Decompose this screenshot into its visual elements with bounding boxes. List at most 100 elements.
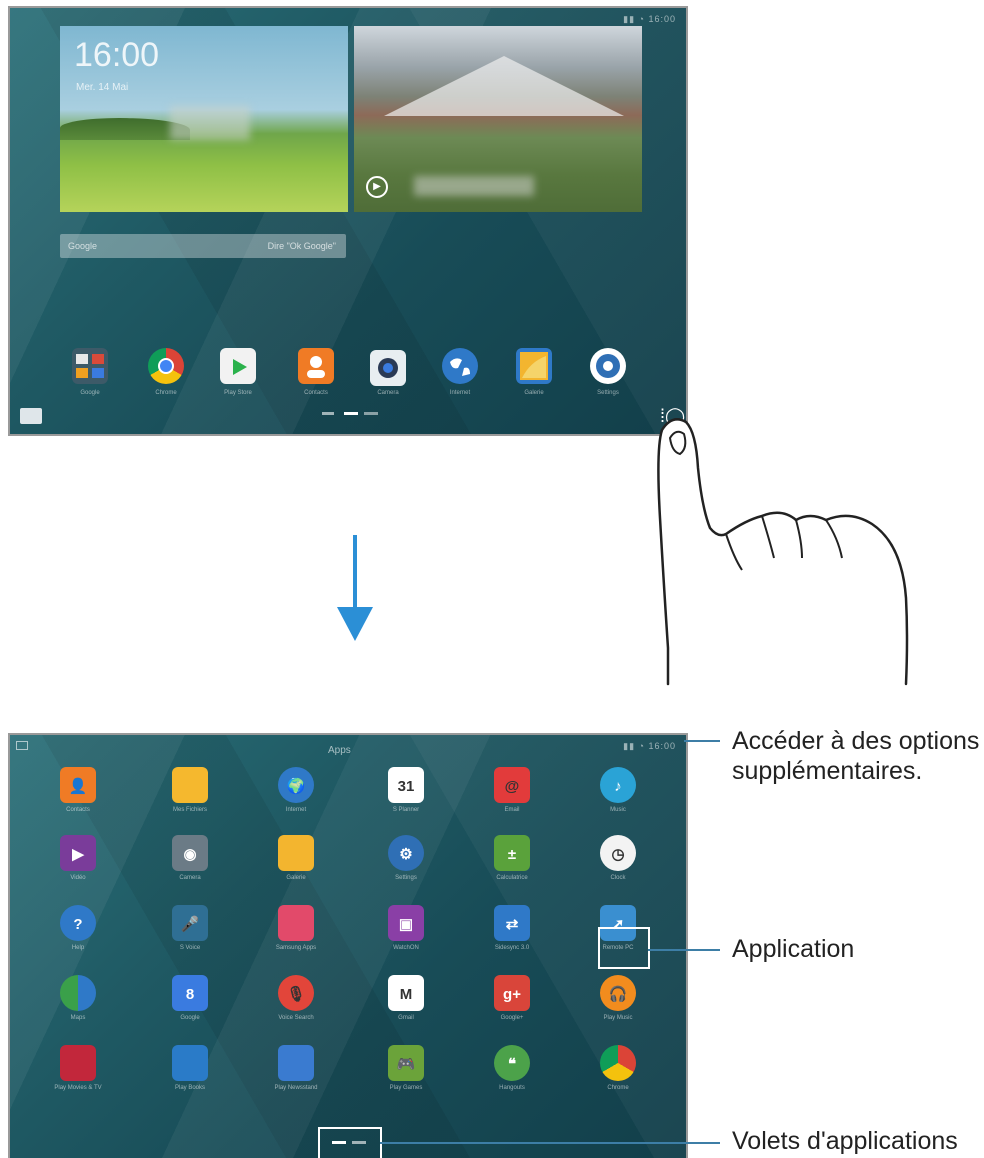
play-store-icon[interactable] xyxy=(220,348,256,384)
dock-label: Galerie xyxy=(524,390,544,396)
icon-glyph: 31 xyxy=(397,778,415,795)
app-label: Vidéo xyxy=(70,875,86,881)
app-label: Galerie xyxy=(286,875,306,881)
app-label: WatchON xyxy=(393,945,419,951)
play-books-icon[interactable] xyxy=(172,1045,208,1081)
photo-widget[interactable]: ▶ xyxy=(354,26,642,212)
voice-icon[interactable]: 🎤 xyxy=(172,905,208,941)
watchon-icon[interactable]: ▣ xyxy=(388,905,424,941)
folder-apps-icon[interactable] xyxy=(72,348,108,384)
calendar-icon[interactable]: 31 xyxy=(388,767,424,803)
notification-icon xyxy=(16,741,28,750)
gallery-icon[interactable] xyxy=(516,348,552,384)
app-label: Google+ xyxy=(500,1015,524,1021)
status-bar: ▮▮ ◔ 16:00 xyxy=(623,741,676,751)
calculator-icon[interactable]: ± xyxy=(494,835,530,871)
icon-glyph: 🌍 xyxy=(286,778,306,795)
callout-line-options xyxy=(684,740,720,742)
icon-glyph: 🎮 xyxy=(396,1056,416,1073)
arrow-down-icon xyxy=(337,535,373,641)
email-icon[interactable]: @ xyxy=(494,767,530,803)
voice-search-icon[interactable]: 🎙 xyxy=(278,975,314,1011)
app-label: Play Movies & TV xyxy=(54,1085,102,1091)
icon-glyph: 8 xyxy=(185,986,195,1003)
icon-glyph: ▶ xyxy=(72,846,84,863)
play-music-icon[interactable]: 🎧 xyxy=(600,975,636,1011)
internet-icon[interactable]: 🌍 xyxy=(278,767,314,803)
callout-options: Accéder à des options supplémentaires. xyxy=(732,727,980,785)
camera-icon[interactable]: ◉ xyxy=(172,835,208,871)
video-icon[interactable]: ▶ xyxy=(60,835,96,871)
samsung-apps-icon[interactable] xyxy=(278,905,314,941)
finger-tap-icon xyxy=(657,418,909,686)
google-icon[interactable]: 8 xyxy=(172,975,208,1011)
app-label: Gmail xyxy=(398,1015,414,1021)
clock-weather-widget[interactable]: 16:00 Mer. 14 Mai xyxy=(60,26,348,212)
icon-glyph: ❝ xyxy=(507,1056,517,1073)
music-icon[interactable]: ♪ xyxy=(600,767,636,803)
icon-glyph: @ xyxy=(504,778,520,795)
app-label: Calculatrice xyxy=(496,875,528,881)
contacts-icon[interactable]: 👤 xyxy=(60,767,96,803)
more-options-icon[interactable]: ⋮ xyxy=(680,740,686,756)
app-label: Camera xyxy=(179,875,201,881)
apps-page-indicator-active[interactable] xyxy=(332,1141,346,1144)
play-icon[interactable]: ▶ xyxy=(366,176,388,198)
app-label: Music xyxy=(610,807,626,813)
icon-glyph: g+ xyxy=(503,986,521,1003)
camera-icon[interactable] xyxy=(370,350,406,386)
play-newsstand-icon[interactable] xyxy=(278,1045,314,1081)
google-search-bar[interactable]: Google Dire "Ok Google" xyxy=(60,234,346,258)
folder-icon[interactable] xyxy=(172,767,208,803)
app-label: Settings xyxy=(395,875,417,881)
app-label: Mes Fichiers xyxy=(172,807,207,813)
clock-icon[interactable]: ◷ xyxy=(600,835,636,871)
clock-time: 16:00 xyxy=(74,36,160,74)
hangouts-icon[interactable]: ❝ xyxy=(494,1045,530,1081)
app-label: Internet xyxy=(285,807,307,813)
help-icon[interactable]: ? xyxy=(60,905,96,941)
app-label: Google xyxy=(180,1015,200,1021)
dock-label: Chrome xyxy=(155,390,177,396)
photo-caption xyxy=(414,176,534,196)
chrome-icon[interactable] xyxy=(148,348,184,384)
app-label: S Planner xyxy=(392,807,420,813)
callout-panels: Volets d'applications xyxy=(732,1127,958,1155)
icon-glyph: ± xyxy=(507,846,517,863)
apps-title: Apps xyxy=(328,745,351,756)
sidesync-icon[interactable]: ⇄ xyxy=(494,905,530,941)
play-movies-icon[interactable] xyxy=(60,1045,96,1081)
settings-icon[interactable]: ⚙ xyxy=(388,835,424,871)
apps-page-indicator[interactable] xyxy=(352,1141,366,1144)
google-plus-icon[interactable]: g+ xyxy=(494,975,530,1011)
page-indicator[interactable] xyxy=(364,412,378,415)
gmail-icon[interactable]: M xyxy=(388,975,424,1011)
app-highlight-frame xyxy=(598,927,650,969)
app-label: Contacts xyxy=(66,807,90,813)
dock-label: Camera xyxy=(377,390,399,396)
app-label: Play Books xyxy=(174,1085,205,1091)
contacts-icon[interactable] xyxy=(298,348,334,384)
app-label: Email xyxy=(504,807,520,813)
weather-info xyxy=(170,106,250,140)
internet-icon[interactable] xyxy=(442,348,478,384)
mountain-image xyxy=(384,56,624,116)
chrome-icon[interactable] xyxy=(600,1045,636,1081)
maps-icon[interactable] xyxy=(60,975,96,1011)
home-screen: ▮▮ ◔ 16:00 16:00 Mer. 14 Mai ▶ Google Di… xyxy=(8,6,688,436)
icon-glyph: 👤 xyxy=(68,778,88,795)
status-bar: ▮▮ ◔ 16:00 xyxy=(623,14,676,24)
app-label: Sidesync 3.0 xyxy=(494,945,530,951)
icon-glyph: 🎤 xyxy=(180,916,200,933)
icon-glyph: ◷ xyxy=(611,846,625,863)
search-bar-label: Google xyxy=(68,241,98,251)
page-indicator-active[interactable] xyxy=(344,412,358,415)
settings-icon[interactable] xyxy=(590,348,626,384)
play-games-icon[interactable]: 🎮 xyxy=(388,1045,424,1081)
page-indicator-grid[interactable] xyxy=(322,412,334,415)
app-label: Clock xyxy=(610,875,626,881)
gallery-icon[interactable] xyxy=(278,835,314,871)
folder-icon[interactable] xyxy=(20,408,42,424)
app-label: Voice Search xyxy=(278,1015,314,1021)
dock-label: Play Store xyxy=(224,390,252,396)
